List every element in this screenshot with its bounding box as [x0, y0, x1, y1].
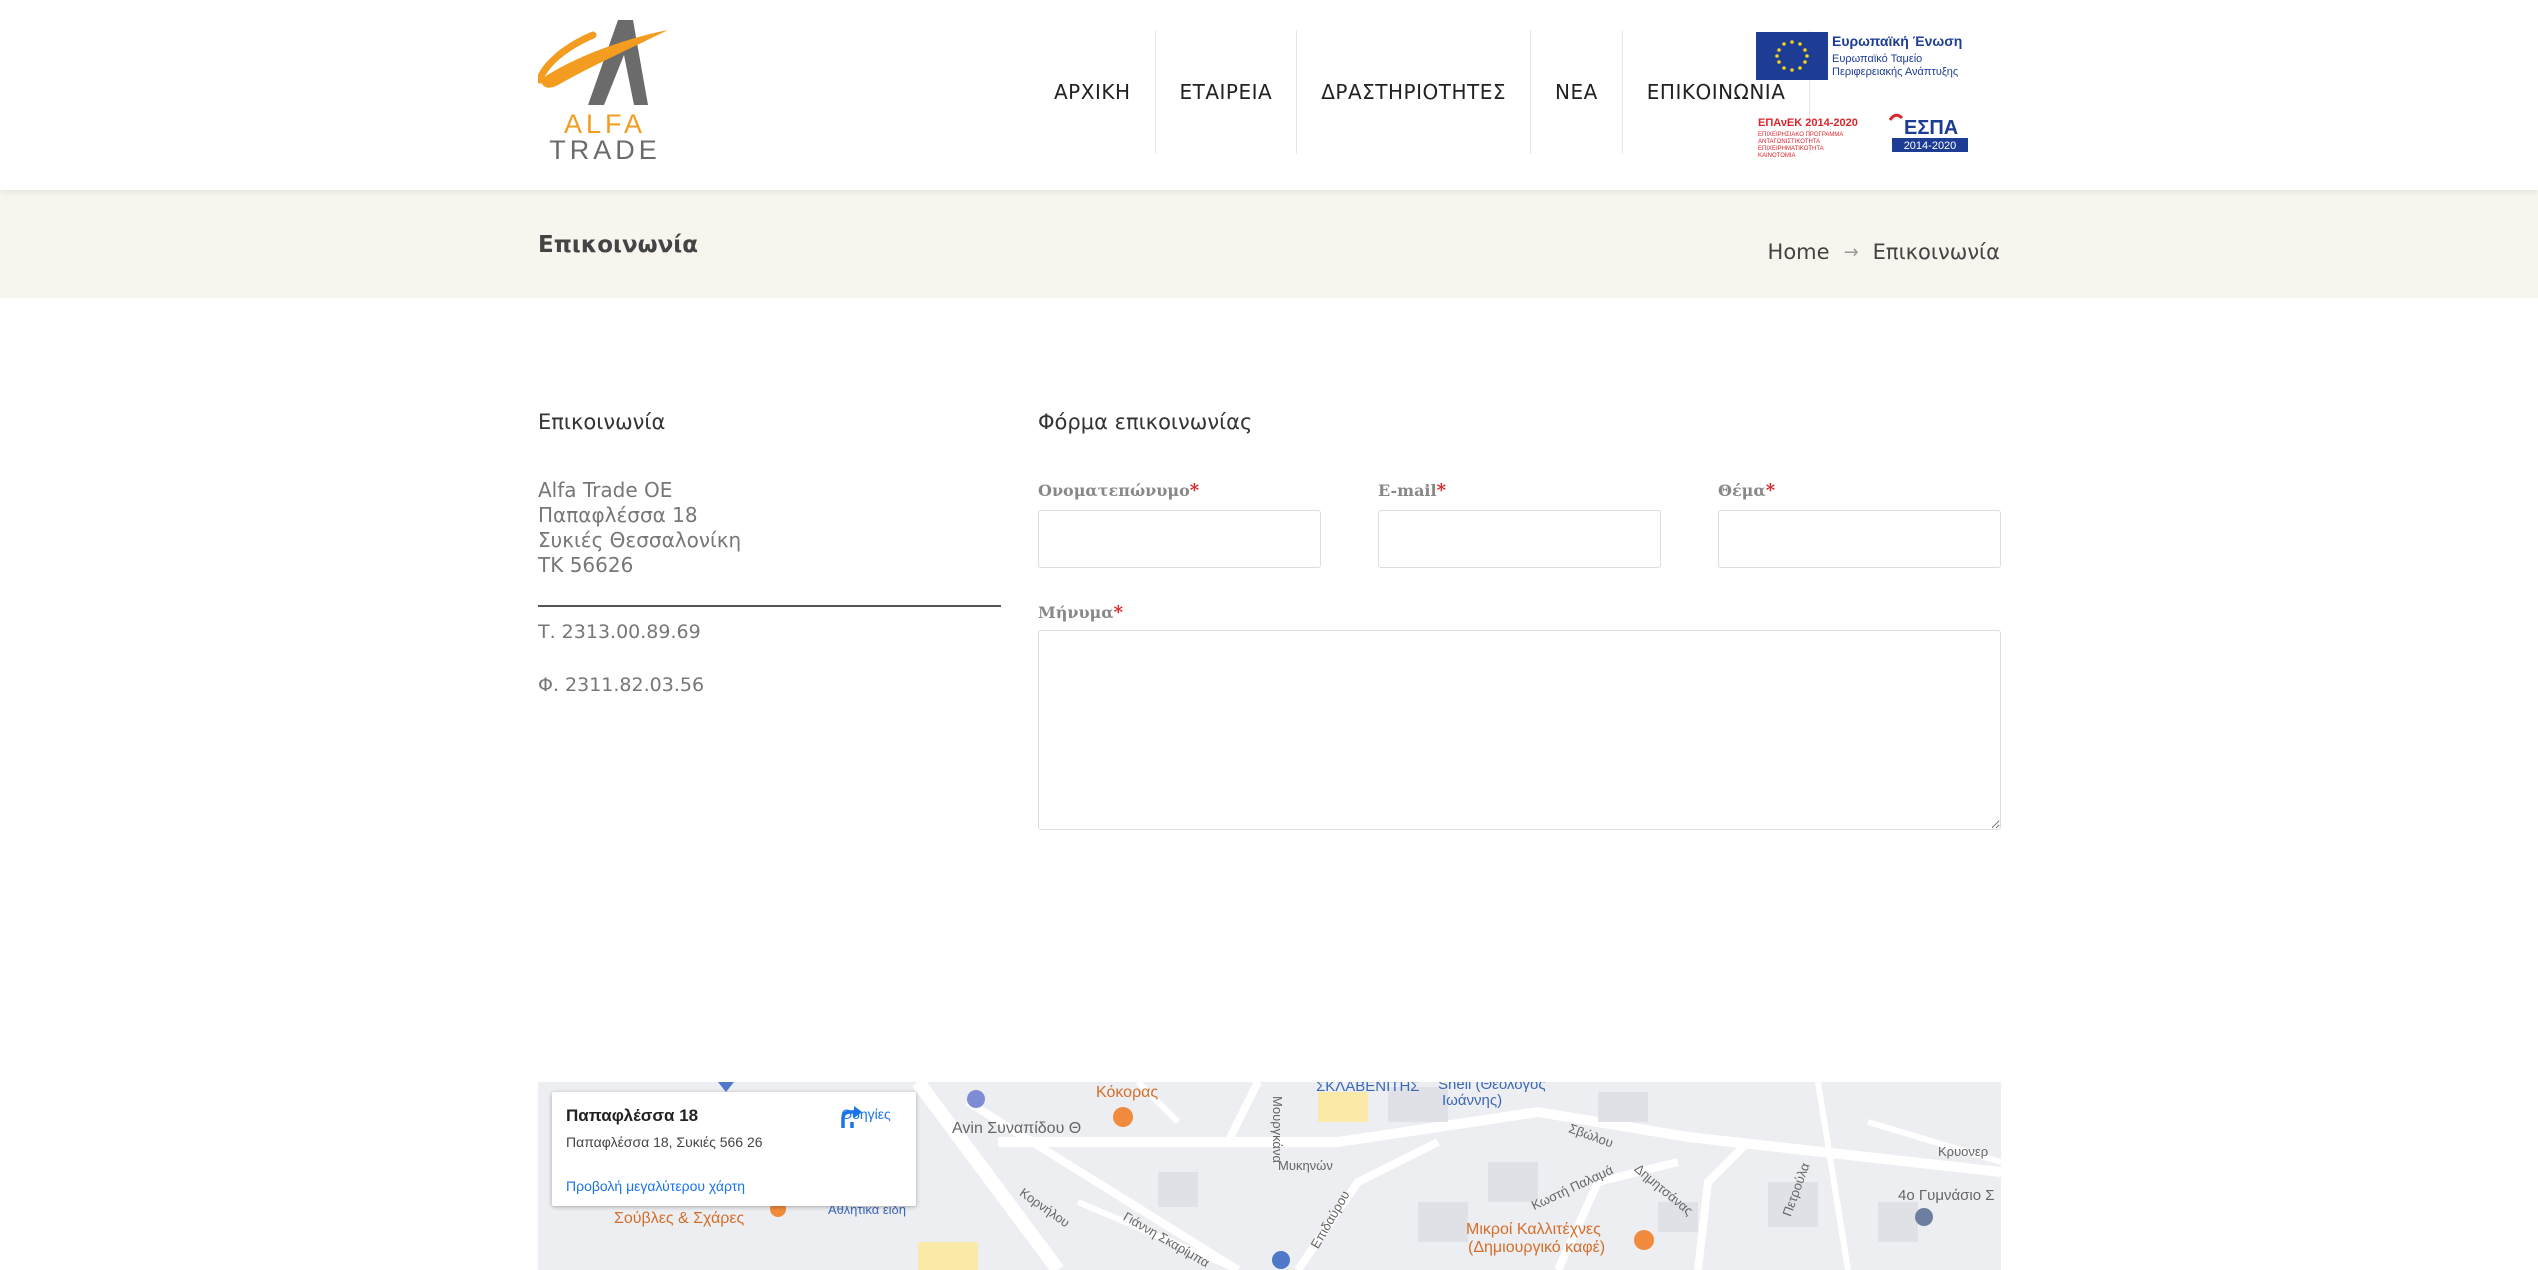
google-map[interactable]: Κόκορας Avin Συναπίδου Θ ΣΚΛΑΒΕΝΙΤΗΣ She… [538, 1082, 2001, 1270]
form-heading: Φόρμα επικοινωνίας [1038, 410, 1253, 434]
name-field-group: Ονοματεπώνυμο* [1038, 480, 1321, 568]
nav-item-activities[interactable]: ΔΡΑΣΤΗΡΙΟΤΗΤΕΣ [1297, 30, 1531, 154]
school-pin-icon [1915, 1208, 1933, 1226]
shop-pin-icon [1272, 1251, 1290, 1269]
email-label: E-mail* [1378, 480, 1447, 501]
contact-info: Επικοινωνία Alfa Trade OE Παπαφλέσσα 18 … [538, 410, 1001, 696]
subject-label: Θέμα* [1718, 480, 1776, 501]
map-label-krionera: Κρυονερ [1938, 1144, 1989, 1159]
map-place-title: Παπαφλέσσα 18 [566, 1106, 699, 1125]
subject-input[interactable] [1718, 510, 2001, 568]
fax-number: Φ. 2311.82.03.56 [538, 674, 705, 696]
page-title: Επικοινωνία [538, 232, 699, 258]
breadcrumb-current: Επικοινωνία [1872, 240, 2000, 264]
svg-text:ΕΠΙΧΕΙΡΗΜΑΤΙΚΟΤΗΤΑ: ΕΠΙΧΕΙΡΗΜΑΤΙΚΟΤΗΤΑ [1758, 146, 1824, 152]
directions-button[interactable]: Οδηγίες [838, 1104, 894, 1128]
svg-text:Ευρωπαϊκή Ένωση: Ευρωπαϊκή Ένωση [1832, 33, 1962, 49]
page-title-bar: Επικοινωνία Home → Επικοινωνία [0, 190, 2538, 298]
phone-number: Τ. 2313.00.89.69 [538, 621, 701, 643]
address-postcode: ΤΚ 56626 [538, 553, 634, 577]
contact-form: Φόρμα επικοινωνίας Ονοματεπώνυμο* E-mail… [1038, 410, 2001, 835]
svg-text:ΕΣΠΑ: ΕΣΠΑ [1904, 117, 1958, 139]
email-input[interactable] [1378, 510, 1661, 568]
form-row: Ονοματεπώνυμο* E-mail* Θέμα* [1038, 480, 2001, 568]
restaurant-pin-icon [1113, 1107, 1133, 1127]
cafe-pin-icon [1634, 1230, 1654, 1250]
svg-text:Ευρωπαϊκό Ταμείο: Ευρωπαϊκό Ταμείο [1832, 53, 1922, 65]
map-label-ioannis: Ιωάννης) [1442, 1092, 1503, 1109]
contact-heading: Επικοινωνία [538, 410, 666, 434]
alfa-trade-logo[interactable]: ALFA TRADE [536, 10, 673, 165]
map-label-soulves: Σούβλες & Σχάρες [614, 1210, 745, 1227]
map-label-mikroi-kallitexnes: Μικροί Καλλιτέχνες [1466, 1221, 1601, 1238]
main-nav: ΑΡΧΙΚΗ ΕΤΑΙΡΕΙΑ ΔΡΑΣΤΗΡΙΟΤΗΤΕΣ ΝΕΑ ΕΠΙΚΟ… [1030, 30, 1811, 154]
message-label: Μήνυμα* [1038, 602, 1123, 623]
svg-text:ΕΠΑνΕΚ 2014-2020: ΕΠΑνΕΚ 2014-2020 [1758, 117, 1858, 129]
directions-icon [841, 1106, 862, 1128]
map-label-sklavenitis: ΣΚΛΑΒΕΝΙΤΗΣ [1316, 1082, 1420, 1095]
address-city: Συκιές Θεσσαλονίκη [538, 528, 742, 552]
address-street: Παπαφλέσσα 18 [538, 503, 698, 527]
arrow-right-icon: → [1843, 241, 1859, 263]
breadcrumb: Home → Επικοινωνία [1768, 240, 2000, 264]
divider [538, 605, 1001, 607]
map-label-avin: Avin Συναπίδου Θ [952, 1120, 1082, 1137]
nav-item-company[interactable]: ΕΤΑΙΡΕΙΑ [1156, 30, 1298, 154]
map-label-kokoras: Κόκορας [1096, 1084, 1159, 1101]
subject-field-group: Θέμα* [1718, 480, 2001, 568]
message-textarea[interactable] [1038, 630, 2001, 830]
address-block: Alfa Trade OE Παπαφλέσσα 18 Συκιές Θεσσα… [538, 478, 1001, 578]
name-input[interactable] [1038, 510, 1321, 568]
map-label-mykinon: Μυκηνών [1278, 1158, 1333, 1173]
eu-funding-logos[interactable]: Ευρωπαϊκή Ένωση Ευρωπαϊκό Ταμείο Περιφερ… [1756, 30, 1970, 162]
email-field-group: E-mail* [1378, 480, 1661, 568]
nav-item-home[interactable]: ΑΡΧΙΚΗ [1030, 30, 1156, 154]
map-label-gymnasio: 4ο Γυμνάσιο Σ [1898, 1187, 1995, 1204]
site-header: ALFA TRADE ΑΡΧΙΚΗ ΕΤΑΙΡΕΙΑ ΔΡΑΣΤΗΡΙΟΤΗΤΕ… [0, 0, 2538, 190]
map-info-card: Παπαφλέσσα 18 Παπαφλέσσα 18, Συκιές 566 … [552, 1092, 916, 1206]
view-larger-map-link[interactable]: Προβολή μεγαλύτερου χάρτη [566, 1178, 745, 1194]
svg-text:ΕΠΙΧΕΙΡΗΣΙΑΚΟ ΠΡΟΓΡΑΜΜΑ: ΕΠΙΧΕΙΡΗΣΙΑΚΟ ΠΡΟΓΡΑΜΜΑ [1758, 132, 1843, 138]
name-label: Ονοματεπώνυμο* [1038, 480, 1200, 501]
breadcrumb-home-link[interactable]: Home [1768, 240, 1830, 264]
svg-text:Περιφερειακής Ανάπτυξης: Περιφερειακής Ανάπτυξης [1832, 66, 1958, 78]
map-place-address: Παπαφλέσσα 18, Συκιές 566 26 [566, 1134, 763, 1150]
nav-item-news[interactable]: ΝΕΑ [1531, 30, 1623, 154]
svg-text:TRADE: TRADE [549, 135, 661, 160]
map-label-dimiourgiko-kafe: (Δημιουργικό καφέ) [1468, 1239, 1606, 1256]
svg-text:ΑΝΤΑΓΩΝΙΣΤΙΚΟΤΗΤΑ: ΑΝΤΑΓΩΝΙΣΤΙΚΟΤΗΤΑ [1758, 139, 1820, 145]
address-company: Alfa Trade OE [538, 478, 673, 502]
shopping-pin-icon [967, 1090, 985, 1108]
map-label-mourgkana: Μουργκάνα [1269, 1096, 1285, 1163]
svg-text:2014-2020: 2014-2020 [1904, 140, 1957, 152]
svg-text:ΚΑΙΝΟΤΟΜΙΑ: ΚΑΙΝΟΤΟΜΙΑ [1758, 153, 1796, 159]
